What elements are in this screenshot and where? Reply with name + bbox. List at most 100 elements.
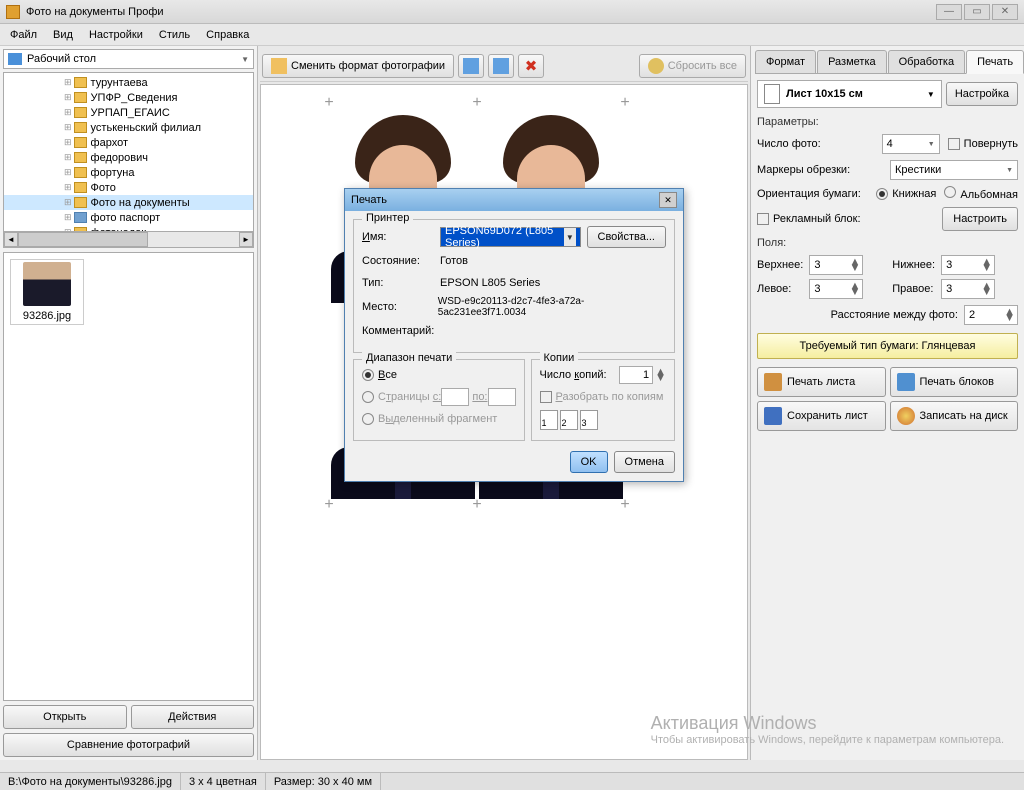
orientation-portrait-radio[interactable]	[876, 188, 888, 200]
tab-layout[interactable]: Разметка	[817, 50, 887, 73]
chevron-down-icon: ▼	[241, 55, 249, 64]
close-button[interactable]: ✕	[992, 4, 1018, 20]
folder-tree[interactable]: ⊞турунтаева⊞УПФР_Сведения⊞УРПАП_ЕГАИС⊞ус…	[3, 72, 254, 232]
rotate-right-button[interactable]	[488, 54, 514, 78]
rotate-left-button[interactable]	[458, 54, 484, 78]
dialog-title: Печать	[351, 194, 387, 206]
copies-input[interactable]	[619, 366, 653, 384]
tree-item[interactable]: ⊞федорович	[4, 150, 253, 165]
tree-scrollbar[interactable]: ◄ ►	[3, 232, 254, 248]
menu-file[interactable]: Файл	[4, 27, 43, 43]
location-label: Рабочий стол	[27, 53, 96, 65]
minimize-button[interactable]: —	[936, 4, 962, 20]
markers-label: Маркеры обрезки:	[757, 164, 890, 176]
rotate-checkbox[interactable]	[948, 138, 960, 150]
actions-button[interactable]: Действия	[131, 705, 255, 729]
tree-item[interactable]: ⊞Фото	[4, 180, 253, 195]
tree-item[interactable]: ⊞устькеньский филиал	[4, 120, 253, 135]
paper-settings-button[interactable]: Настройка	[946, 82, 1018, 106]
location-combo[interactable]: Рабочий стол ▼	[3, 49, 254, 69]
tab-format[interactable]: Формат	[755, 50, 816, 73]
menu-settings[interactable]: Настройки	[83, 27, 149, 43]
params-label: Параметры:	[757, 116, 1018, 128]
save-sheet-button[interactable]: Сохранить лист	[757, 401, 886, 431]
markers-combo[interactable]: Крестики▼	[890, 160, 1018, 180]
statusbar: B:\Фото на документы\93286.jpg 3 x 4 цве…	[0, 772, 1024, 790]
thumbnail-image	[23, 262, 71, 306]
status-path: B:\Фото на документы\93286.jpg	[0, 773, 181, 790]
tree-item[interactable]: ⊞фархот	[4, 135, 253, 150]
reset-icon	[648, 58, 664, 74]
tree-item[interactable]: ⊞УРПАП_ЕГАИС	[4, 105, 253, 120]
printer-type: EPSON L805 Series	[440, 277, 540, 289]
scroll-right-button[interactable]: ►	[239, 232, 253, 247]
printer-fieldset-label: Принтер	[362, 212, 413, 224]
reset-button[interactable]: Сбросить все	[639, 54, 746, 78]
spacing-input[interactable]: 2▲▼	[964, 305, 1018, 325]
ad-settings-button[interactable]: Настроить	[942, 207, 1018, 231]
windows-activation-watermark: Активация Windows Чтобы активировать Win…	[651, 713, 1004, 746]
open-button[interactable]: Открыть	[3, 705, 127, 729]
margin-left-input[interactable]: 3▲▼	[809, 279, 863, 299]
print-blocks-button[interactable]: Печать блоков	[890, 367, 1019, 397]
menu-help[interactable]: Справка	[200, 27, 255, 43]
menu-view[interactable]: Вид	[47, 27, 79, 43]
margin-right-input[interactable]: 3▲▼	[941, 279, 995, 299]
tree-item[interactable]: ⊞Фото на документы	[4, 195, 253, 210]
tabs: Формат Разметка Обработка Печать	[755, 50, 1020, 74]
range-to-input[interactable]	[488, 388, 516, 406]
dialog-ok-button[interactable]: OK	[570, 451, 608, 473]
paper-size-combo[interactable]: Лист 10x15 см▼	[757, 80, 942, 108]
margins-label: Поля:	[757, 237, 1018, 249]
photo-count-input[interactable]: 4▼	[882, 134, 940, 154]
dialog-titlebar[interactable]: Печать ✕	[345, 189, 683, 211]
compare-button[interactable]: Сравнение фотографий	[3, 733, 254, 757]
delete-button[interactable]: ✖	[518, 54, 544, 78]
printer-location: WSD-e9c20113-d2c7-4fe3-a72a-5ac231ee3f71…	[438, 296, 666, 318]
tree-item[interactable]: ⊞фотонадок	[4, 225, 253, 232]
tree-item[interactable]: ⊞УПФР_Сведения	[4, 90, 253, 105]
tab-print[interactable]: Печать	[966, 50, 1024, 74]
delete-icon: ✖	[523, 58, 539, 74]
maximize-button[interactable]: ▭	[964, 4, 990, 20]
menu-style[interactable]: Стиль	[153, 27, 196, 43]
thumbnail[interactable]: 93286.jpg	[10, 259, 84, 325]
tab-processing[interactable]: Обработка	[888, 50, 965, 73]
print-dialog: Печать ✕ Принтер Имя: EPSON69D072 (L805 …	[344, 188, 684, 482]
range-from-input[interactable]	[441, 388, 469, 406]
tree-item[interactable]: ⊞фото паспорт	[4, 210, 253, 225]
thumbnail-label: 93286.jpg	[23, 310, 71, 322]
range-all-radio[interactable]	[362, 369, 374, 381]
status-mode: 3 x 4 цветная	[181, 773, 266, 790]
ad-block-checkbox[interactable]	[757, 213, 769, 225]
print-sheet-button[interactable]: Печать листа	[757, 367, 886, 397]
range-pages-radio[interactable]	[362, 391, 374, 403]
scroll-thumb[interactable]	[18, 232, 148, 247]
tree-item[interactable]: ⊞фортуна	[4, 165, 253, 180]
tree-item[interactable]: ⊞турунтаева	[4, 75, 253, 90]
rotate-right-icon	[493, 58, 509, 74]
dialog-close-button[interactable]: ✕	[659, 192, 677, 208]
menubar: Файл Вид Настройки Стиль Справка	[0, 24, 1024, 46]
window-title: Фото на документы Профи	[26, 6, 164, 18]
disc-icon	[897, 407, 915, 425]
orientation-label: Ориентация бумаги:	[757, 188, 876, 200]
collate-checkbox	[540, 391, 552, 403]
margin-top-input[interactable]: 3▲▼	[809, 255, 863, 275]
photo-count-label: Число фото:	[757, 138, 882, 150]
collate-preview: 123	[540, 410, 667, 430]
right-panel: Формат Разметка Обработка Печать Лист 10…	[750, 46, 1024, 760]
printer-properties-button[interactable]: Свойства...	[587, 226, 666, 248]
orientation-landscape-radio[interactable]	[944, 186, 956, 198]
titlebar: Фото на документы Профи — ▭ ✕	[0, 0, 1024, 24]
left-panel: Рабочий стол ▼ ⊞турунтаева⊞УПФР_Сведения…	[0, 46, 258, 760]
write-disc-button[interactable]: Записать на диск	[890, 401, 1019, 431]
rotate-left-icon	[463, 58, 479, 74]
scroll-left-button[interactable]: ◄	[4, 232, 18, 247]
change-format-button[interactable]: Сменить формат фотографии	[262, 54, 454, 78]
spacing-label: Расстояние между фото:	[757, 309, 964, 321]
margin-bottom-input[interactable]: 3▲▼	[941, 255, 995, 275]
printer-name-combo[interactable]: EPSON69D072 (L805 Series)▼	[440, 227, 581, 247]
app-icon	[6, 5, 20, 19]
dialog-cancel-button[interactable]: Отмена	[614, 451, 675, 473]
